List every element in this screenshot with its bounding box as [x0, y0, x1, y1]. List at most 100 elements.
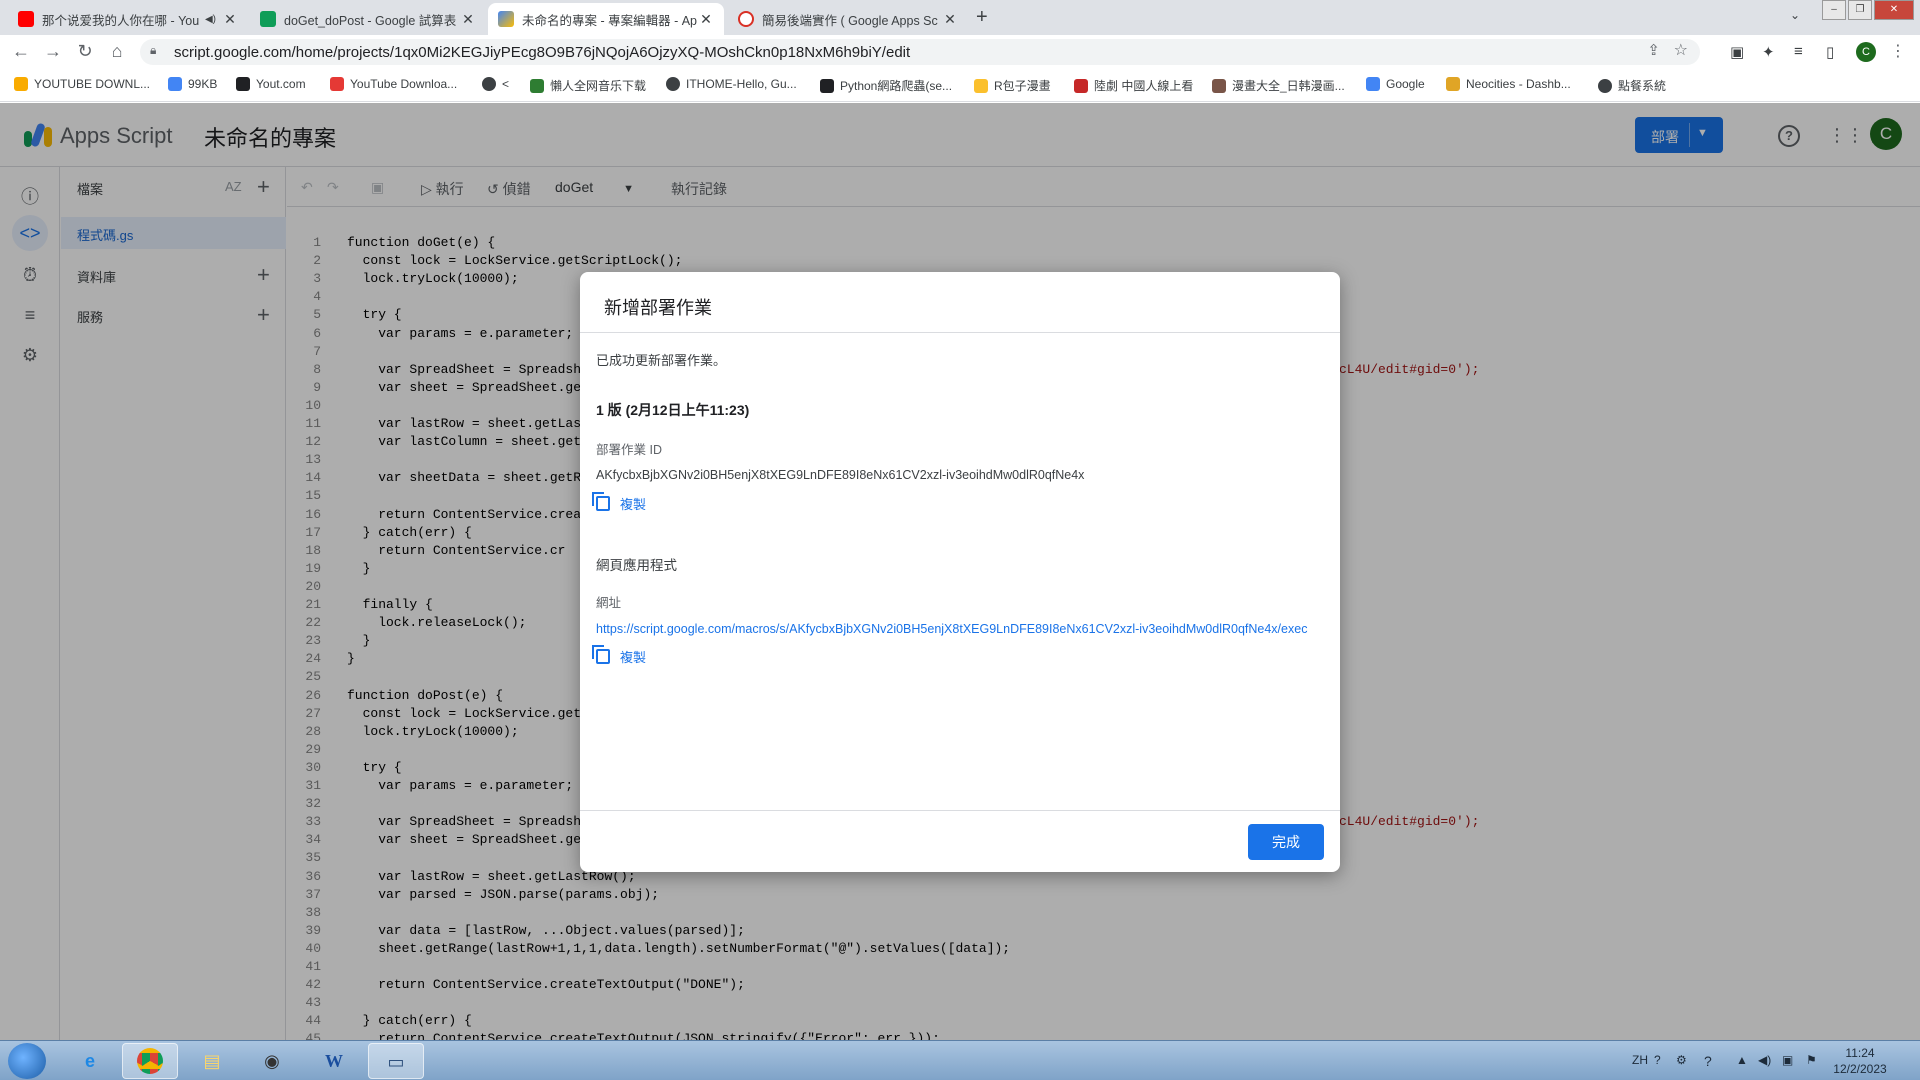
network-icon[interactable]: ▣	[1782, 1053, 1793, 1067]
forward-icon[interactable]: →	[42, 41, 64, 62]
obs-icon[interactable]: ◉	[244, 1043, 300, 1079]
bookmark-item[interactable]: 點餐系統	[1598, 77, 1666, 94]
chrome-menu-icon[interactable]: ⋮	[1890, 41, 1906, 61]
google-icon	[1366, 77, 1380, 91]
bookmark-item[interactable]: R包子漫畫	[974, 77, 1051, 94]
omnibox[interactable]: 🔒︎ script.google.com/home/projects/1qx0M…	[140, 39, 1700, 65]
folder-icon	[14, 77, 28, 91]
word-icon[interactable]: W	[306, 1043, 362, 1079]
close-tab-icon[interactable]: ✕	[460, 11, 476, 28]
close-tab-icon[interactable]: ✕	[222, 11, 238, 28]
file-explorer-icon[interactable]: ▤	[184, 1043, 240, 1079]
dialog-title: 新增部署作業	[604, 298, 712, 318]
ime-settings-icon[interactable]: ⚙	[1676, 1053, 1687, 1067]
bookmark-star-icon[interactable]: ☆	[1674, 40, 1688, 60]
tab-title: doGet_doPost - Google 試算表	[284, 13, 457, 28]
web-app-url-link[interactable]: https://script.google.com/macros/s/AKfyc…	[596, 622, 1326, 636]
media-control-icon[interactable]: ≡	[1794, 43, 1803, 60]
internet-explorer-icon[interactable]: e	[62, 1043, 118, 1079]
share-icon[interactable]: ⇪	[1647, 41, 1660, 59]
copy-icon	[592, 492, 610, 511]
bookmark-item[interactable]: 陸劇 中國人線上看	[1074, 77, 1193, 94]
done-button[interactable]: 完成	[1248, 824, 1324, 860]
bookmark-favicon	[1212, 78, 1226, 93]
apps-script-icon	[498, 11, 514, 27]
divider	[580, 810, 1340, 811]
close-tab-icon[interactable]: ✕	[698, 11, 714, 28]
bookmark-item[interactable]: ITHOME-Hello, Gu...	[666, 77, 797, 91]
restore-button[interactable]: ❐	[1848, 0, 1872, 20]
bookmark-item[interactable]: Google	[1366, 77, 1425, 91]
system-clock[interactable]: 11:24 12/2/2023	[1828, 1045, 1892, 1077]
success-message: 已成功更新部署作業。	[596, 353, 727, 368]
tab-title: 簡易後端實作 ( Google Apps Sc	[762, 13, 938, 28]
extension-icon[interactable]: ▣	[1730, 43, 1744, 61]
globe-icon	[1598, 78, 1612, 93]
version-info: 1 版 (2月12日上午11:23)	[596, 402, 750, 418]
reload-icon[interactable]: ↻	[74, 41, 96, 62]
minimize-button[interactable]: –	[1822, 0, 1846, 20]
chrome-icon	[137, 1048, 163, 1074]
copy-url-button[interactable]: 複製	[592, 645, 646, 666]
bookmark-favicon	[1446, 77, 1460, 91]
bookmark-item[interactable]: Python網路爬蟲(se...	[820, 77, 952, 94]
bookmark-favicon	[1074, 78, 1088, 93]
divider	[580, 332, 1340, 333]
deployment-id-label: 部署作業 ID	[596, 443, 662, 457]
bookmark-item[interactable]: YOUTUBE DOWNL...	[14, 77, 150, 91]
address-bar-row: ← → ↻ ⌂ 🔒︎ script.google.com/home/projec…	[0, 35, 1920, 69]
chrome-taskbar-icon[interactable]	[122, 1043, 178, 1079]
url-text[interactable]: script.google.com/home/projects/1qx0Mi2K…	[174, 44, 910, 61]
loading-icon	[738, 11, 754, 27]
side-panel-icon[interactable]: ▯	[1826, 43, 1834, 61]
bookmarks-bar: YOUTUBE DOWNL... 99KB Yout.com YouTube D…	[0, 69, 1920, 102]
youtube-icon	[18, 11, 34, 27]
tab-title: 那个说爱我的人你在哪 - You	[42, 13, 199, 28]
puzzle-icon[interactable]: ✦	[1762, 43, 1775, 61]
help-circle-icon[interactable]: ?	[1704, 1053, 1712, 1069]
tab-tutorial[interactable]: 簡易後端實作 ( Google Apps Sc ✕	[728, 3, 968, 35]
bookmark-item[interactable]: 懶人全网音乐下载	[530, 77, 646, 94]
clock-date: 12/2/2023	[1833, 1062, 1887, 1076]
tab-search-chevron-icon[interactable]: ⌄	[1790, 8, 1800, 22]
bookmark-item[interactable]: YouTube Downloa...	[330, 77, 457, 91]
tab-youtube[interactable]: 那个说爱我的人你在哪 - You ◀) ✕	[8, 3, 248, 35]
home-icon[interactable]: ⌂	[106, 41, 128, 62]
globe-icon	[482, 77, 496, 91]
remote-desktop-icon[interactable]: ▭	[368, 1043, 424, 1079]
copy-deployment-id-button[interactable]: 複製	[592, 492, 647, 513]
tab-title: 未命名的專案 - 專案編輯器 - Ap	[522, 13, 698, 28]
bookmark-item[interactable]: 漫畫大全_日韩漫画...	[1212, 77, 1345, 94]
globe-icon	[666, 77, 680, 91]
profile-avatar[interactable]: C	[1856, 42, 1876, 62]
bookmark-item[interactable]: Yout.com	[236, 77, 306, 91]
start-button[interactable]	[8, 1043, 46, 1079]
sheets-icon	[260, 11, 276, 27]
close-window-button[interactable]: ✕	[1874, 0, 1914, 20]
bookmark-item[interactable]: 99KB	[168, 77, 217, 91]
copy-label: 複製	[620, 497, 647, 512]
web-app-section-label: 網頁應用程式	[596, 558, 677, 573]
bookmark-favicon	[330, 77, 344, 91]
url-label: 網址	[596, 596, 622, 610]
music-icon	[530, 78, 544, 93]
new-deployment-dialog: 新增部署作業 已成功更新部署作業。 1 版 (2月12日上午11:23) 部署作…	[580, 272, 1340, 872]
bookmark-favicon	[974, 78, 988, 93]
clock-time: 11:24	[1845, 1046, 1875, 1060]
ime-help-icon[interactable]: ?	[1654, 1053, 1661, 1067]
action-center-flag-icon[interactable]: ⚑	[1806, 1053, 1817, 1067]
bookmark-item[interactable]: <	[482, 77, 509, 91]
bookmark-favicon	[236, 77, 250, 91]
back-icon[interactable]: ←	[10, 41, 32, 62]
tab-sheets[interactable]: doGet_doPost - Google 試算表 ✕	[250, 3, 486, 35]
bookmark-item[interactable]: Neocities - Dashb...	[1446, 77, 1571, 91]
language-indicator[interactable]: ZH	[1632, 1053, 1648, 1067]
audio-icon[interactable]: ◀)	[205, 14, 216, 25]
copy-icon	[592, 645, 610, 664]
lock-icon[interactable]: 🔒︎	[150, 43, 156, 58]
close-tab-icon[interactable]: ✕	[942, 11, 958, 28]
new-tab-button[interactable]: +	[976, 6, 988, 29]
show-hidden-icons-icon[interactable]: ▲	[1736, 1053, 1748, 1067]
tab-apps-script[interactable]: 未命名的專案 - 專案編輯器 - Ap ✕	[488, 3, 724, 35]
volume-icon[interactable]: ◀)	[1758, 1053, 1771, 1067]
